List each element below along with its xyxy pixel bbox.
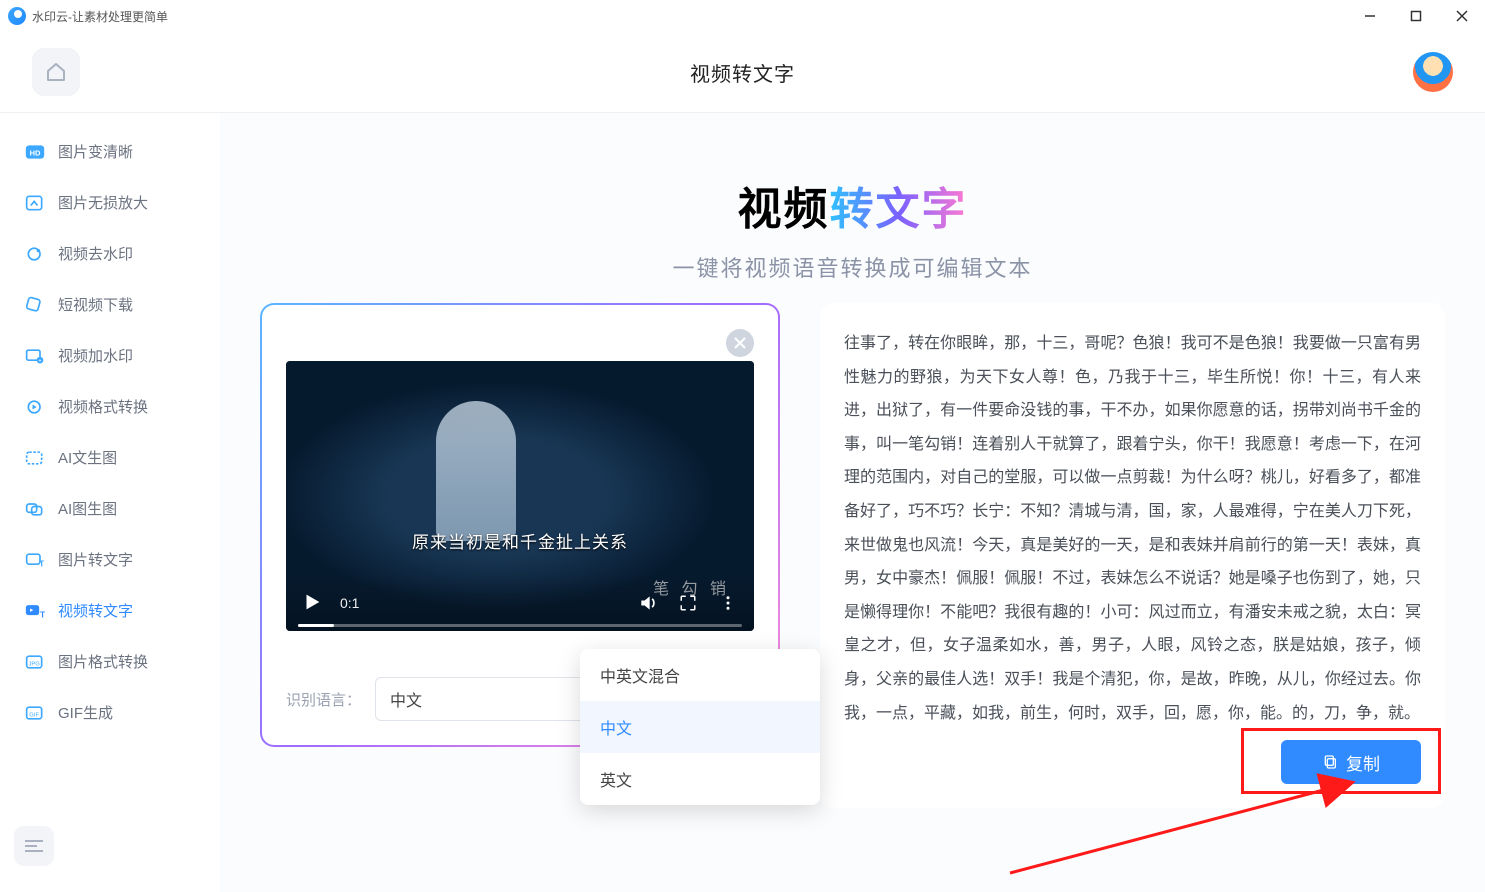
page-title: 视频转文字 — [690, 58, 795, 87]
language-label: 识别语言： — [286, 689, 361, 710]
svg-text:GIF: GIF — [29, 712, 39, 718]
copy-button[interactable]: 复制 — [1281, 740, 1421, 784]
language-option-chinese[interactable]: 中文 — [580, 701, 820, 753]
close-button[interactable] — [1439, 0, 1485, 32]
fullscreen-icon — [679, 594, 697, 612]
watermark-add-icon: + — [24, 347, 46, 365]
close-icon — [734, 337, 746, 349]
sidebar-item-image-enhance[interactable]: HD 图片变清晰 — [10, 129, 210, 174]
sidebar-item-label: 图片格式转换 — [58, 651, 148, 672]
app-title: 水印云-让素材处理更简单 — [32, 8, 168, 25]
main-content: 视频转文字 一键将视频语音转换成可编辑文本 原来当初是和千金扯上关系 笔 勾 销 — [220, 113, 1485, 892]
language-option-english[interactable]: 英文 — [580, 753, 820, 805]
sidebar-item-label: 图片无损放大 — [58, 192, 148, 213]
hero-title-part1: 视频 — [738, 185, 830, 234]
img2img-icon — [24, 500, 46, 518]
fullscreen-button[interactable] — [676, 594, 700, 612]
sidebar-item-shortvideo-download[interactable]: 短视频下载 — [10, 282, 210, 327]
header: 视频转文字 — [0, 32, 1485, 112]
video-controls: 0:1 — [286, 575, 754, 631]
sidebar-item-label: AI图生图 — [58, 498, 117, 519]
sidebar-item-ai-text2img[interactable]: AI文生图 — [10, 435, 210, 480]
video-figure — [436, 401, 516, 541]
gif-icon: GIF — [24, 704, 46, 722]
video-preview[interactable]: 原来当初是和千金扯上关系 笔 勾 销 0:1 — [286, 361, 754, 631]
avatar[interactable] — [1413, 52, 1453, 92]
image-text-icon: T — [24, 551, 46, 569]
ocr-icon — [24, 449, 46, 467]
sidebar-item-gif[interactable]: GIF GIF生成 — [10, 690, 210, 735]
video-progress[interactable] — [298, 624, 742, 627]
output-panel: 往事了，转在你眼眸，那，十三，哥呢？色狼！我可不是色狼！我要做一只富有男性魅力的… — [820, 303, 1445, 808]
menu-icon — [25, 839, 43, 853]
home-button[interactable] — [32, 48, 80, 96]
language-dropdown: 中英文混合 中文 英文 — [580, 649, 820, 805]
hero-subtitle: 一键将视频语音转换成可编辑文本 — [260, 251, 1445, 283]
svg-text:T: T — [39, 558, 44, 568]
sidebar-item-label: GIF生成 — [58, 702, 113, 723]
copy-button-label: 复制 — [1346, 750, 1380, 775]
svg-text:JPG: JPG — [28, 661, 40, 667]
sidebar-item-label: 图片转文字 — [58, 549, 133, 570]
minimize-button[interactable] — [1347, 0, 1393, 32]
svg-text:HD: HD — [30, 148, 41, 157]
play-icon — [301, 591, 323, 613]
volume-icon — [638, 593, 658, 613]
sidebar-item-label: 图片变清晰 — [58, 141, 133, 162]
erase-icon — [24, 245, 46, 263]
sidebar-item-video-convert[interactable]: 视频格式转换 — [10, 384, 210, 429]
language-selected-value: 中文 — [390, 687, 422, 711]
hero: 视频转文字 一键将视频语音转换成可编辑文本 — [260, 133, 1445, 303]
sidebar-item-video-dewatermark[interactable]: 视频去水印 — [10, 231, 210, 276]
sidebar-item-label: 视频去水印 — [58, 243, 133, 264]
sidebar-item-label: 短视频下载 — [58, 294, 133, 315]
sidebar-item-image-upscale[interactable]: 图片无损放大 — [10, 180, 210, 225]
sidebar-item-label: 视频格式转换 — [58, 396, 148, 417]
collapse-sidebar-button[interactable] — [14, 826, 54, 866]
convert-icon — [24, 398, 46, 416]
hero-title: 视频转文字 — [260, 173, 1445, 237]
language-select[interactable]: 中文 ⌄ — [375, 677, 605, 721]
hero-title-part2: 转文字 — [830, 185, 968, 234]
clear-video-button[interactable] — [726, 329, 754, 357]
language-option-mixed[interactable]: 中英文混合 — [580, 649, 820, 701]
copy-icon — [1322, 754, 1338, 770]
sidebar-item-image-convert[interactable]: JPG 图片格式转换 — [10, 639, 210, 684]
upscale-icon — [24, 194, 46, 212]
sidebar-item-video-watermark[interactable]: + 视频加水印 — [10, 333, 210, 378]
video-text-icon: T — [24, 602, 46, 620]
maximize-button[interactable] — [1393, 0, 1439, 32]
volume-button[interactable] — [636, 593, 660, 613]
download-icon — [24, 296, 46, 314]
app-logo — [8, 7, 26, 25]
svg-text:T: T — [40, 609, 45, 619]
sidebar-item-video2text[interactable]: T 视频转文字 — [10, 588, 210, 633]
sidebar-item-ai-img2img[interactable]: AI图生图 — [10, 486, 210, 531]
titlebar: 水印云-让素材处理更简单 — [0, 0, 1485, 32]
play-button[interactable] — [300, 591, 324, 615]
sidebar-item-label: AI文生图 — [58, 447, 117, 468]
video-subtitle-1: 原来当初是和千金扯上关系 — [286, 528, 754, 553]
sidebar: HD 图片变清晰 图片无损放大 视频去水印 短视频下载 + 视频加水印 视频格式转换… — [0, 113, 220, 892]
more-icon — [719, 594, 737, 612]
svg-text:+: + — [38, 358, 42, 364]
video-time: 0:1 — [340, 595, 359, 611]
hd-icon: HD — [24, 143, 46, 161]
more-button[interactable] — [716, 594, 740, 612]
sidebar-item-image2text[interactable]: T 图片转文字 — [10, 537, 210, 582]
sidebar-item-label: 视频加水印 — [58, 345, 133, 366]
sidebar-item-label: 视频转文字 — [58, 600, 133, 621]
home-icon — [44, 60, 68, 84]
transcript-text[interactable]: 往事了，转在你眼眸，那，十三，哥呢？色狼！我可不是色狼！我要做一只富有男性魅力的… — [844, 327, 1421, 730]
jpg-icon: JPG — [24, 653, 46, 671]
